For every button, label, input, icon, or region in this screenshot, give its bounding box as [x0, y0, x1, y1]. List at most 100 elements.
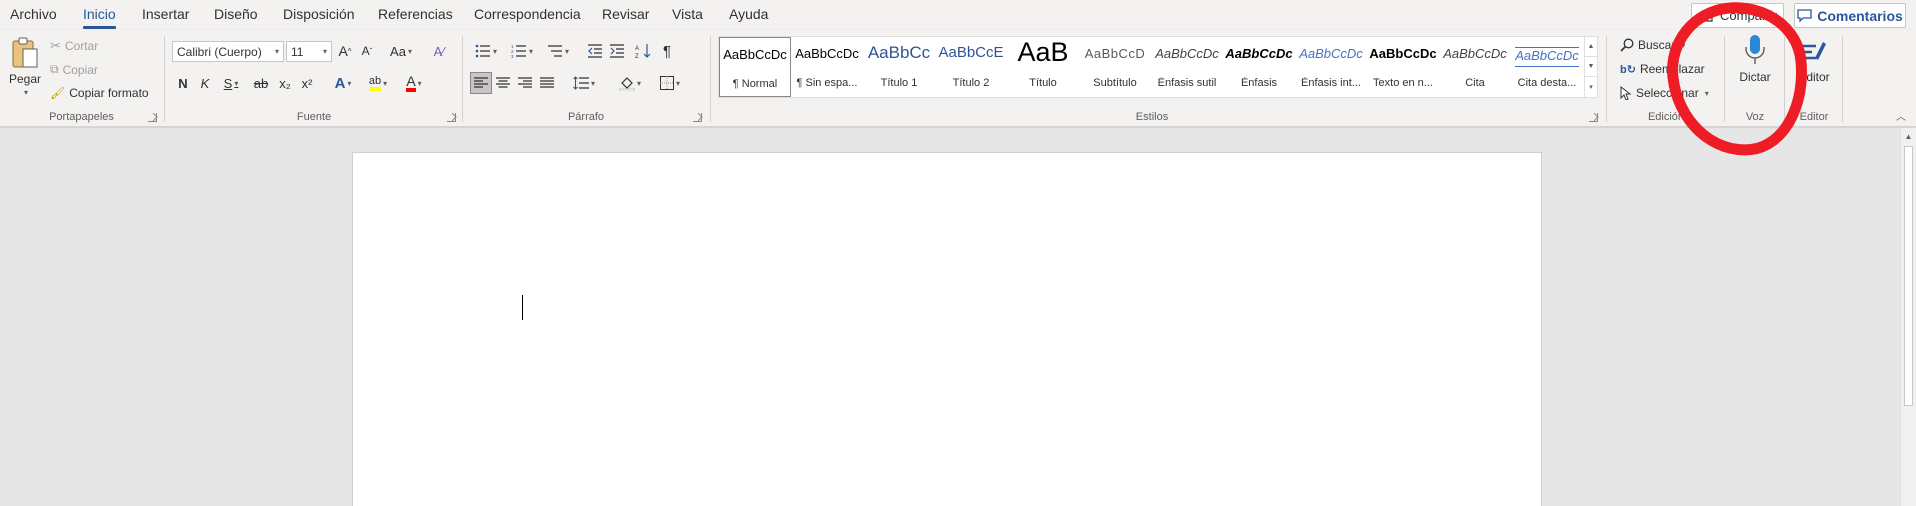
superscript-button[interactable]: x² — [296, 72, 318, 94]
chevron-up-icon[interactable]: ▲ — [1585, 37, 1597, 57]
style-quote[interactable]: AaBbCcDc Cita — [1439, 37, 1511, 97]
align-left-button[interactable] — [470, 72, 492, 94]
increase-indent-icon — [610, 44, 624, 58]
expand-gallery-icon[interactable]: ▾ — [1585, 77, 1597, 97]
style-subtle-emphasis[interactable]: AaBbCcDc Énfasis sutil — [1151, 37, 1223, 97]
style-title[interactable]: AaB Título — [1007, 37, 1079, 97]
replace-label: Reemplazar — [1639, 62, 1705, 76]
replace-icon: b↻ — [1620, 63, 1636, 76]
style-normal[interactable]: AaBbCcDc ¶ Normal — [719, 37, 791, 97]
replace-button[interactable]: b↻ Reemplazar — [1620, 62, 1724, 76]
find-label: Buscar — [1638, 38, 1676, 52]
align-right-button[interactable] — [514, 72, 536, 94]
tab-disposicion[interactable]: Disposición — [283, 6, 355, 22]
scrollbar-thumb[interactable] — [1904, 146, 1913, 406]
style-intense-emphasis[interactable]: AaBbCcDc Énfasis int... — [1295, 37, 1367, 97]
numbering-button[interactable]: 1 2 3 ▾ — [506, 40, 538, 62]
svg-text:3: 3 — [511, 54, 514, 58]
paintbrush-icon: 🖌 — [50, 86, 66, 100]
find-button[interactable]: Buscar ▾ — [1620, 38, 1685, 52]
dialog-launcher-icon[interactable] — [693, 113, 702, 122]
tab-archivo[interactable]: Archivo — [10, 6, 57, 22]
font-size-select[interactable]: 11 ▾ — [286, 41, 332, 62]
divider — [1724, 36, 1725, 122]
scroll-up-icon[interactable]: ▲ — [1901, 128, 1916, 144]
tab-vista[interactable]: Vista — [672, 6, 703, 22]
style-heading-2[interactable]: AaBbCcE Título 2 — [935, 37, 1007, 97]
editor-button[interactable]: Editor — [1790, 34, 1838, 84]
borders-button[interactable]: ▾ — [654, 72, 686, 94]
style-no-spacing[interactable]: AaBbCcDc ¶ Sin espa... — [791, 37, 863, 97]
shading-button[interactable]: ▾ — [614, 72, 646, 94]
tab-inicio[interactable]: Inicio — [83, 6, 116, 29]
tab-referencias[interactable]: Referencias — [378, 6, 453, 22]
change-case-icon: Aa — [390, 43, 406, 59]
chevron-down-icon[interactable]: ▼ — [1585, 57, 1597, 77]
ribbon-tab-bar: Archivo Inicio Insertar Diseño Disposici… — [0, 0, 1916, 30]
tab-correspondencia[interactable]: Correspondencia — [474, 6, 581, 22]
italic-button[interactable]: K — [194, 72, 216, 94]
dictate-button[interactable]: Dictar — [1730, 34, 1780, 84]
copy-button[interactable]: ⧉ Copiar — [50, 62, 98, 77]
align-left-icon — [474, 77, 488, 88]
paste-button[interactable]: Pegar ▾ — [8, 36, 42, 97]
share-icon — [1701, 9, 1713, 22]
divider — [710, 36, 711, 122]
dialog-launcher-icon[interactable] — [1589, 113, 1598, 122]
decrease-indent-button[interactable] — [584, 40, 606, 62]
text-effects-button[interactable]: A ▾ — [328, 72, 358, 94]
divider — [1784, 36, 1785, 122]
highlight-button[interactable]: ab ▾ — [362, 72, 394, 94]
multilevel-list-button[interactable]: ▾ — [542, 40, 574, 62]
cut-button[interactable]: ✂ Cortar — [50, 38, 98, 54]
tab-revisar[interactable]: Revisar — [602, 6, 649, 22]
share-button[interactable]: Compartir — [1691, 3, 1784, 28]
style-sample: AaB — [1017, 37, 1069, 67]
underline-button[interactable]: S ▾ — [216, 72, 246, 94]
change-case-button[interactable]: Aa ▾ — [384, 40, 418, 62]
font-family-select[interactable]: Calibri (Cuerpo) ▾ — [172, 41, 284, 62]
tab-ayuda[interactable]: Ayuda — [729, 6, 768, 22]
dialog-launcher-icon[interactable] — [447, 113, 456, 122]
line-spacing-button[interactable]: ▾ — [568, 72, 600, 94]
vertical-scrollbar[interactable]: ▲ — [1900, 128, 1916, 506]
tab-diseno[interactable]: Diseño — [214, 6, 258, 22]
style-sample: AaBbCcDc — [1225, 46, 1293, 61]
group-label-editor: Editor — [1799, 111, 1829, 123]
format-painter-button[interactable]: 🖌 Copiar formato — [50, 86, 149, 100]
dialog-launcher-icon[interactable] — [148, 113, 157, 122]
clear-formatting-button[interactable]: A⁄ — [428, 40, 450, 62]
collapse-ribbon-icon[interactable]: ︿ — [1890, 104, 1912, 126]
sort-button[interactable]: AZ — [632, 40, 654, 62]
style-sample: AaBbCcDc — [723, 47, 787, 62]
decrease-indent-icon — [588, 44, 602, 58]
style-strong[interactable]: AaBbCcDc Texto en n... — [1367, 37, 1439, 97]
font-color-button[interactable]: A ▾ — [398, 72, 430, 94]
comment-icon — [1797, 9, 1812, 22]
shrink-font-button[interactable]: Aˇ — [356, 40, 378, 62]
style-subtitle[interactable]: AaBbCcD Subtítulo — [1079, 37, 1151, 97]
line-spacing-icon — [573, 76, 589, 90]
style-emphasis[interactable]: AaBbCcDc Énfasis — [1223, 37, 1295, 97]
justify-button[interactable] — [536, 72, 558, 94]
style-sample: AaBbCcD — [1084, 46, 1146, 61]
document-page[interactable] — [352, 152, 1542, 506]
tab-insertar[interactable]: Insertar — [142, 6, 189, 22]
chevron-down-icon[interactable]: ▾ — [24, 88, 28, 97]
select-button[interactable]: Seleccionar ▾ — [1620, 86, 1709, 100]
text-effects-icon: A — [334, 74, 346, 92]
bold-button[interactable]: N — [172, 72, 194, 94]
paste-icon — [12, 37, 38, 68]
style-intense-quote[interactable]: AaBbCcDc Cita desta... — [1511, 37, 1583, 97]
chevron-down-icon: ▾ — [274, 47, 279, 56]
show-formatting-button[interactable]: ¶ — [656, 40, 678, 62]
subscript-button[interactable]: x₂ — [274, 72, 296, 94]
style-heading-1[interactable]: AaBbCc Título 1 — [863, 37, 935, 97]
align-center-button[interactable] — [492, 72, 514, 94]
strikethrough-button[interactable]: ab — [250, 72, 272, 94]
bullets-button[interactable]: ▾ — [470, 40, 502, 62]
grow-font-button[interactable]: A ^ — [334, 40, 356, 62]
increase-indent-button[interactable] — [606, 40, 628, 62]
group-label-styles: Estilos — [1135, 111, 1169, 123]
comments-button[interactable]: Comentarios — [1794, 3, 1906, 28]
